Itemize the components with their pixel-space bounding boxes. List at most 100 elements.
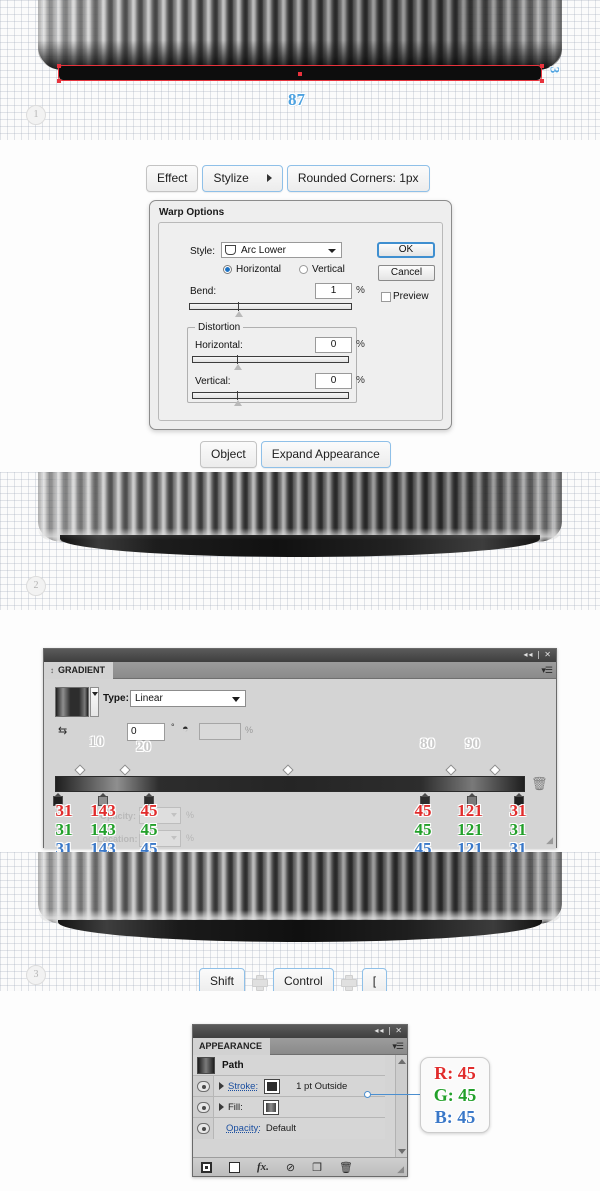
style-select[interactable]: Arc Lower [221, 242, 342, 258]
appearance-toolbar: fx. ⊘ ❐ 🗑 ◢ [193, 1157, 407, 1176]
panel-menu-icon[interactable]: ▾☰ [541, 665, 553, 676]
visibility-toggle[interactable] [193, 1097, 214, 1117]
path-thumbnail [197, 1056, 215, 1074]
plus-icon [340, 974, 357, 991]
appearance-path-row[interactable]: Path [193, 1055, 385, 1076]
gradient-slider-strip[interactable] [55, 776, 525, 792]
distortion-vertical-input[interactable]: 0 [315, 373, 352, 389]
chevron-down-icon [232, 697, 240, 702]
delete-item-icon[interactable]: 🗑 [339, 1161, 353, 1174]
distortion-vertical-thumb[interactable] [234, 400, 242, 406]
preview-checkbox[interactable] [381, 292, 391, 302]
opacity-label[interactable]: Opacity: [226, 1123, 261, 1134]
fill-label[interactable]: Fill: [228, 1102, 243, 1113]
clear-appearance-icon[interactable]: ⊘ [286, 1161, 295, 1174]
fill-color-swatch[interactable] [262, 1099, 279, 1115]
distortion-horizontal-unit: % [356, 339, 365, 350]
tab-appearance-label: APPEARANCE [199, 1041, 263, 1051]
panel-collapse-close-icons[interactable]: ◂◂ | ✕ [523, 650, 552, 659]
gradient-panel-tabbar: ↕ GRADIENT ▾☰ [44, 662, 556, 679]
appearance-panel-titlebar: ◂◂ | ✕ [193, 1025, 407, 1038]
distortion-vertical-slider[interactable] [192, 392, 349, 399]
gradient-aspect-input[interactable] [199, 723, 241, 740]
orientation-vertical-radio[interactable] [299, 265, 308, 274]
appearance-panel-tabbar: APPEARANCE ▾☰ [193, 1038, 407, 1055]
gradient-panel-body: Type: Linear ⇆ 0 ° ◓ % 10 20 80 90 🗑 Opa… [44, 679, 556, 858]
appearance-row-fill[interactable]: Fill: [193, 1097, 385, 1118]
gradient-type-value: Linear [135, 693, 163, 704]
gradient-preview-swatch[interactable] [55, 687, 89, 717]
step-badge-2: 2 [26, 576, 46, 596]
disclosure-triangle-icon[interactable] [219, 1082, 224, 1090]
panel-menu-icon[interactable]: ▾☰ [392, 1041, 404, 1052]
step-badge-3: 3 [26, 965, 46, 985]
duplicate-item-icon[interactable]: ❐ [312, 1161, 322, 1174]
chevron-down-icon [328, 249, 336, 253]
distortion-group-label: Distortion [195, 322, 244, 333]
visibility-toggle[interactable] [193, 1118, 214, 1139]
tab-gradient[interactable]: ↕ GRADIENT [44, 662, 113, 679]
aspect-ratio-icon: ◓ [182, 723, 189, 735]
panel-collapse-close-icons[interactable]: ◂◂ | ✕ [374, 1026, 403, 1035]
distortion-horizontal-input[interactable]: 0 [315, 337, 352, 353]
menu-item-rounded-corners[interactable]: Rounded Corners: 1px [286, 165, 430, 192]
orientation-horizontal-radio[interactable] [223, 265, 232, 274]
add-effect-icon[interactable]: fx. [257, 1161, 269, 1173]
stop-rgb-annotation: 143 143 143 [90, 801, 116, 858]
warp-options-dialog: Warp Options Style: Arc Lower Horizontal… [149, 200, 452, 430]
menu-item-object[interactable]: Object [200, 441, 257, 468]
appearance-path-label: Path [222, 1059, 244, 1071]
arc-lower-icon [225, 245, 236, 255]
ok-button[interactable]: OK [377, 242, 435, 258]
panel-resize-grip[interactable]: ◢ [546, 835, 553, 846]
stop-rgb-annotation: 45 45 45 [414, 801, 432, 858]
stroke-label[interactable]: Stroke: [228, 1081, 258, 1092]
new-fill-icon[interactable] [229, 1161, 240, 1173]
gradient-midpoint[interactable] [74, 764, 86, 776]
cancel-button[interactable]: Cancel [378, 265, 435, 281]
callout-leader-line [368, 1094, 421, 1095]
gradient-type-select[interactable]: Linear [130, 690, 246, 707]
menu-item-stylize[interactable]: Stylize [202, 165, 283, 192]
distortion-horizontal-slider[interactable] [192, 356, 349, 363]
visibility-toggle[interactable] [193, 1076, 214, 1096]
anchor-point [57, 79, 61, 83]
callout-anchor-dot [364, 1091, 371, 1098]
eye-icon [196, 1123, 210, 1134]
location-unit: % [186, 833, 195, 843]
bend-slider-thumb[interactable] [235, 311, 243, 317]
distortion-horizontal-thumb[interactable] [234, 364, 242, 370]
eye-icon [196, 1101, 210, 1113]
gradient-midpoint[interactable] [119, 764, 131, 776]
new-stroke-icon[interactable] [201, 1161, 212, 1173]
bend-slider[interactable] [189, 303, 352, 310]
gradient-midpoint[interactable] [445, 764, 457, 776]
anchor-point [540, 64, 544, 68]
reverse-gradient-icon[interactable]: ⇆ [58, 724, 74, 740]
warped-bottom-bar-3 [58, 920, 542, 942]
gradient-panel-titlebar: ◂◂ | ✕ [44, 649, 556, 662]
menu-path-expand: Object Expand Appearance [200, 441, 391, 468]
appearance-row-stroke[interactable]: Stroke: 1 pt Outside [193, 1076, 385, 1097]
stop-rgb-annotation: 31 31 31 [509, 801, 527, 858]
scroll-down-icon[interactable] [398, 1149, 406, 1154]
stepper-icon [171, 836, 177, 840]
panel-resize-grip[interactable]: ◢ [397, 1164, 404, 1175]
gradient-presets-dropdown[interactable] [90, 687, 99, 717]
tab-appearance[interactable]: APPEARANCE [193, 1038, 271, 1055]
midpoint-label-10: 10 [89, 734, 104, 750]
menu-item-expand-appearance[interactable]: Expand Appearance [260, 441, 391, 468]
eye-icon [196, 1080, 210, 1092]
delete-stop-icon[interactable]: 🗑 [531, 776, 548, 792]
appearance-row-opacity[interactable]: Opacity: Default [193, 1118, 385, 1139]
stroke-color-swatch[interactable] [264, 1078, 281, 1094]
plus-icon [252, 974, 269, 991]
menu-item-effect[interactable]: Effect [146, 165, 199, 192]
bend-input[interactable]: 1 [315, 283, 352, 299]
menu-path-effect: Effect Stylize Rounded Corners: 1px [146, 165, 430, 192]
gradient-midpoint[interactable] [489, 764, 501, 776]
center-anchor-point [298, 72, 302, 76]
gradient-midpoint[interactable] [282, 764, 294, 776]
disclosure-triangle-icon[interactable] [219, 1103, 224, 1111]
scroll-up-icon[interactable] [398, 1059, 406, 1064]
